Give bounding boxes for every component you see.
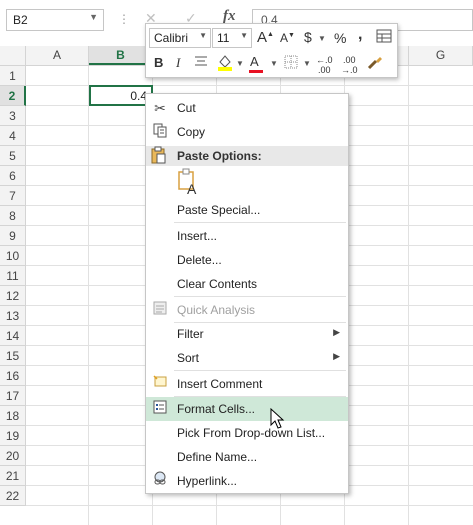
font-name-value: Calibri: [154, 31, 189, 45]
quick-analysis-icon: [150, 300, 170, 320]
row-header-10[interactable]: 10: [0, 246, 26, 266]
italic-button[interactable]: I: [176, 55, 180, 71]
row-header-15[interactable]: 15: [0, 346, 26, 366]
decrease-font-size-button[interactable]: A▼: [280, 31, 295, 45]
submenu-arrow-icon: ▶: [333, 351, 340, 361]
bold-button[interactable]: B: [154, 55, 163, 70]
menu-item-format-cells[interactable]: Format Cells...: [146, 397, 348, 421]
name-box-value: B2: [13, 13, 28, 27]
row-header-16[interactable]: 16: [0, 366, 26, 386]
row-header-20[interactable]: 20: [0, 446, 26, 466]
decrease-decimal-button[interactable]: .00 →.0: [341, 55, 358, 75]
comment-icon: [150, 374, 170, 394]
gridline: [26, 505, 473, 506]
row-header-21[interactable]: 21: [0, 466, 26, 486]
font-size-select[interactable]: 11 ▼: [212, 28, 252, 48]
menu-item-pick-from-dropdown[interactable]: Pick From Drop-down List...: [146, 421, 348, 445]
name-box[interactable]: B2 ▼: [6, 9, 104, 31]
menu-item-clear-contents[interactable]: Clear Contents: [146, 272, 348, 296]
chevron-down-icon[interactable]: ▼: [240, 31, 248, 40]
menu-item-hyperlink[interactable]: Hyperlink...: [146, 469, 348, 493]
paste-option-keep-formatting-icon[interactable]: A: [177, 168, 201, 197]
context-menu: ✂ Cut Copy Paste Options: A Paste Specia…: [145, 93, 349, 494]
menu-item-delete[interactable]: Delete...: [146, 248, 348, 272]
fill-color-button[interactable]: [216, 53, 234, 74]
increase-decimal-button[interactable]: ←.0.00: [316, 55, 333, 75]
row-header-4[interactable]: 4: [0, 126, 26, 146]
menu-item-copy[interactable]: Copy: [146, 120, 348, 144]
font-color-swatch: [249, 70, 263, 73]
row-header-18[interactable]: 18: [0, 406, 26, 426]
comma-style-button[interactable]: ,: [358, 26, 362, 44]
submenu-arrow-icon: ▶: [333, 327, 340, 337]
chevron-down-icon[interactable]: ▼: [236, 59, 244, 68]
copy-icon: [150, 122, 170, 142]
row-header-3[interactable]: 3: [0, 106, 26, 126]
font-color-button[interactable]: A: [249, 54, 263, 73]
format-painter-icon[interactable]: [366, 53, 384, 74]
percent-style-button[interactable]: %: [334, 30, 346, 46]
menu-item-insert[interactable]: Insert...: [146, 224, 348, 248]
menu-separator: [174, 370, 346, 371]
accounting-format-button[interactable]: $: [304, 29, 312, 45]
row-header-6[interactable]: 6: [0, 166, 26, 186]
chevron-down-icon[interactable]: ▼: [89, 12, 98, 22]
align-center-icon[interactable]: [194, 55, 208, 70]
menu-item-paste-special[interactable]: Paste Special...: [146, 198, 348, 222]
font-name-select[interactable]: Calibri ▼: [149, 28, 211, 48]
menu-item-filter[interactable]: Filter ▶: [146, 322, 348, 346]
row-header-5[interactable]: 5: [0, 146, 26, 166]
row-header-7[interactable]: 7: [0, 186, 26, 206]
chevron-down-icon[interactable]: ▼: [270, 59, 278, 68]
row-header-14[interactable]: 14: [0, 326, 26, 346]
menu-item-insert-comment[interactable]: Insert Comment: [146, 372, 348, 396]
gridline: [408, 66, 409, 525]
row-header-2[interactable]: 2: [0, 86, 26, 106]
scissors-icon: ✂: [154, 100, 166, 116]
column-header-a[interactable]: A: [26, 46, 89, 65]
menu-item-cut[interactable]: ✂ Cut: [146, 96, 348, 120]
formula-bar-grip-icon: ⋮: [118, 12, 130, 26]
format-cells-icon: [150, 399, 170, 419]
chevron-down-icon[interactable]: ▼: [199, 31, 207, 40]
row-header-9[interactable]: 9: [0, 226, 26, 246]
active-cell-b2[interactable]: 0.4: [89, 85, 153, 106]
column-header-g[interactable]: G: [409, 46, 473, 65]
increase-font-size-button[interactable]: A▲: [257, 29, 274, 46]
column-header-b[interactable]: B: [89, 46, 153, 65]
menu-item-quick-analysis: Quick Analysis: [146, 298, 348, 322]
clipboard-icon: [150, 146, 166, 167]
borders-button[interactable]: [284, 55, 298, 72]
gridline: [88, 66, 89, 525]
mini-toolbar: Calibri ▼ 11 ▼ A▲ A▼ $ ▼ % , B I ▼ A ▼ ▼…: [145, 23, 398, 78]
mouse-pointer-icon: [270, 407, 286, 430]
font-size-value: 11: [217, 31, 230, 45]
chevron-down-icon[interactable]: ▼: [318, 34, 326, 43]
row-header-13[interactable]: 13: [0, 306, 26, 326]
row-header-22[interactable]: 22: [0, 486, 26, 506]
menu-item-sort[interactable]: Sort ▶: [146, 346, 348, 370]
hyperlink-icon: [150, 471, 170, 491]
paste-options-header: Paste Options:: [146, 146, 348, 166]
chevron-down-icon[interactable]: ▼: [303, 59, 311, 68]
row-header-19[interactable]: 19: [0, 426, 26, 446]
row-header-1[interactable]: 1: [0, 66, 26, 86]
menu-separator: [174, 296, 346, 297]
menu-item-define-name[interactable]: Define Name...: [146, 445, 348, 469]
select-all-corner[interactable]: [0, 46, 26, 65]
row-header-17[interactable]: 17: [0, 386, 26, 406]
row-header-8[interactable]: 8: [0, 206, 26, 226]
menu-separator: [174, 222, 346, 223]
row-header-12[interactable]: 12: [0, 286, 26, 306]
svg-text:A: A: [187, 181, 197, 196]
format-painter-grid-icon[interactable]: [376, 29, 392, 46]
row-header-11[interactable]: 11: [0, 266, 26, 286]
